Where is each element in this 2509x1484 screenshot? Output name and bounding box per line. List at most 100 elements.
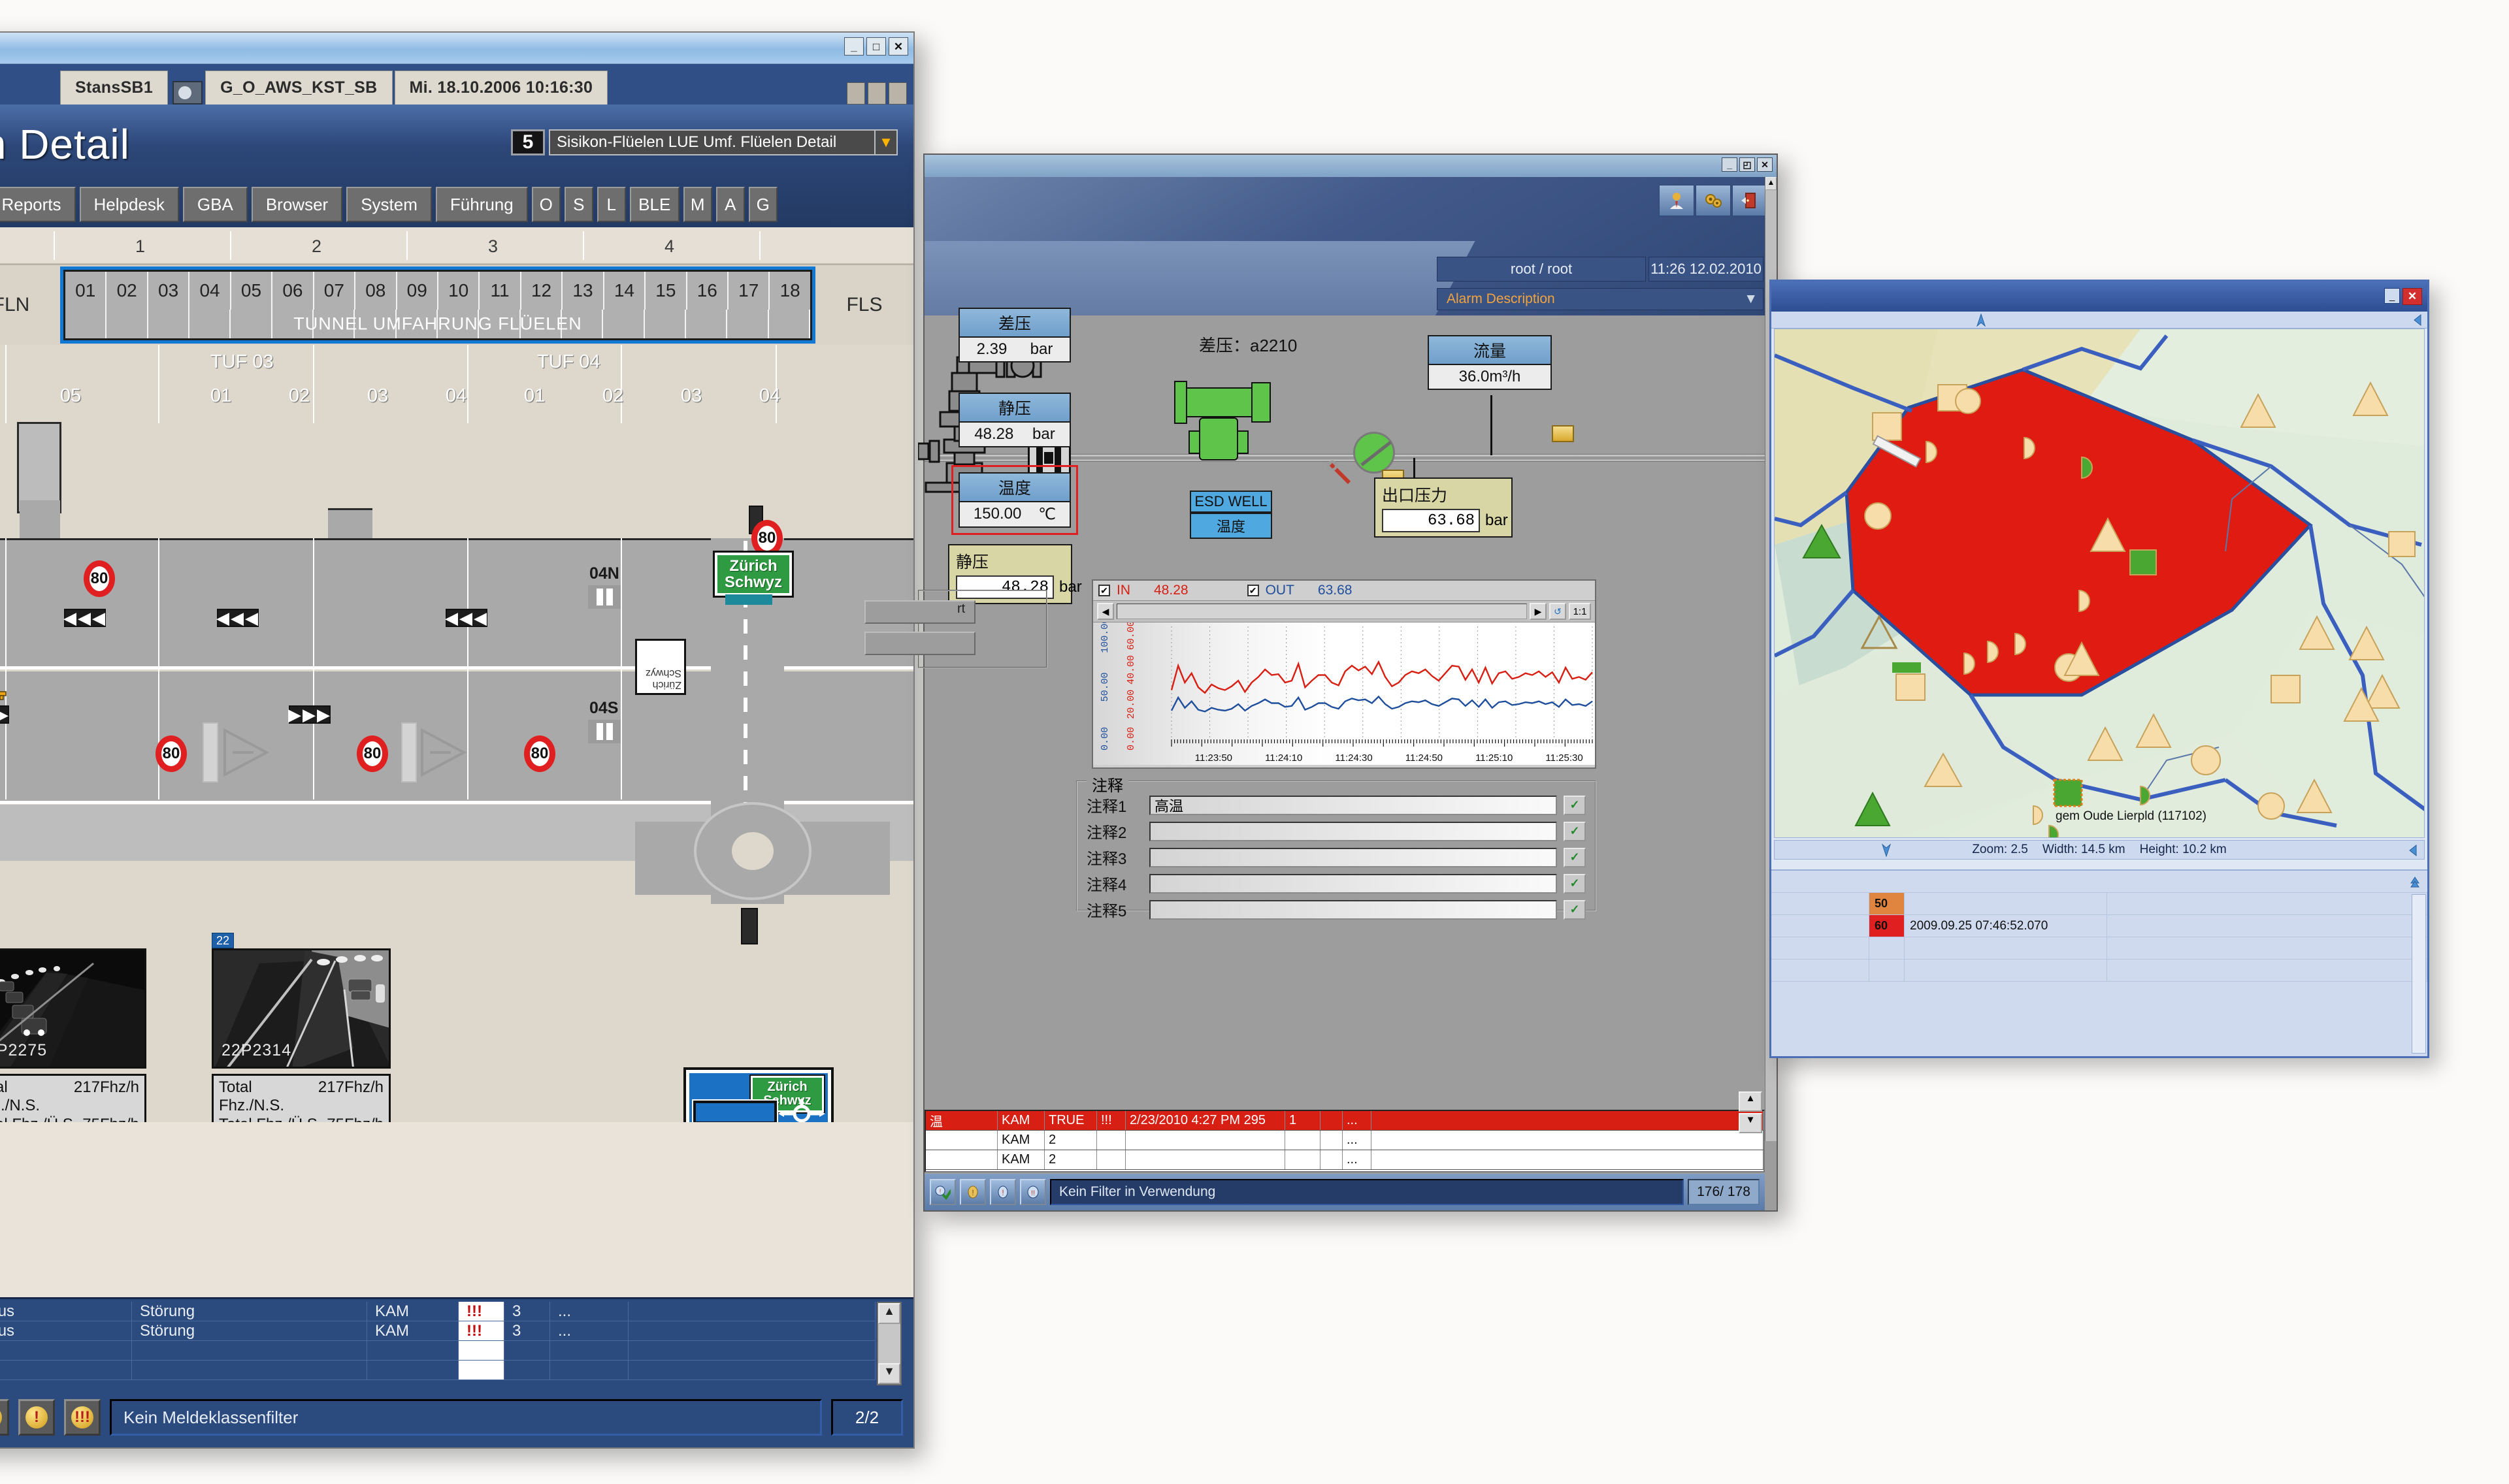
scada-alarm-scrollbar[interactable]: ▲ ▼ xyxy=(1739,1091,1762,1133)
outlet-value-field[interactable] xyxy=(1382,509,1480,532)
scada-window[interactable]: _ ◰ ✕ root / root 11:26 12.02.2010 Alarm… xyxy=(864,153,1778,1212)
note-icon-b[interactable] xyxy=(1552,425,1574,442)
differential-pressure-box[interactable]: 差压 2.39 bar xyxy=(959,308,1071,363)
collapse-right-icon[interactable] xyxy=(2406,843,2420,858)
tab-workstation[interactable]: G_O_AWS_KST_SB xyxy=(205,71,393,105)
map-toolbar[interactable] xyxy=(1771,312,2427,329)
tab-datetime[interactable]: Mi. 18.10.2006 10:16:30 xyxy=(394,71,608,105)
speed-sign-80-e[interactable]: 80 xyxy=(751,520,783,556)
annotation-apply-button-2[interactable]: ✓ xyxy=(1564,821,1586,841)
tunnel-tabbar[interactable]: StansSB1 G_O_AWS_KST_SB Mi. 18.10.2006 1… xyxy=(0,64,913,105)
menu-button-gba[interactable]: GBA xyxy=(182,187,248,222)
list-item[interactable] xyxy=(1771,960,2427,982)
control-valve-body[interactable] xyxy=(1199,417,1238,460)
menu-button-reports[interactable]: Reports xyxy=(0,187,76,222)
fln-cell-13[interactable]: 13 xyxy=(563,272,604,310)
annotation-row-4[interactable]: 注释4 ✓ xyxy=(1087,872,1586,895)
fln-cell-14[interactable]: 14 xyxy=(604,272,646,310)
tabbar-right-icons[interactable] xyxy=(847,82,913,105)
critical-icon[interactable]: !! xyxy=(1020,1179,1046,1205)
gears-icon[interactable] xyxy=(1696,185,1731,216)
annotation-input-2[interactable] xyxy=(1149,821,1557,841)
trend-prev-button[interactable]: ◀ xyxy=(1097,603,1114,620)
map-event-panel[interactable]: 50 60 2009.09.25 07:46:52.070 xyxy=(1771,869,2427,1056)
minimize-icon[interactable]: _ xyxy=(844,37,864,56)
actuator-body[interactable] xyxy=(1185,387,1253,417)
static-pressure-box[interactable]: 静压 48.28 bar xyxy=(959,393,1071,447)
scroll-up-icon[interactable]: ▲ xyxy=(878,1303,900,1324)
trend-legend[interactable]: ✔ IN 48.28 ✔ OUT 63.68 xyxy=(1093,581,1595,600)
menu-button-system[interactable]: System xyxy=(346,187,432,222)
speed-sign-80-c[interactable]: 80 xyxy=(357,735,388,772)
restore-icon[interactable]: ◰ xyxy=(1739,157,1755,172)
trend-refresh-button[interactable]: ↺ xyxy=(1549,603,1566,620)
alarm-class-button-warning[interactable]: ! xyxy=(0,1399,9,1436)
chevron-down-icon[interactable]: ▼ xyxy=(1744,291,1763,307)
menu-button-o[interactable]: O xyxy=(531,187,561,222)
tab-station[interactable]: StansSB1 xyxy=(60,71,169,105)
list-item[interactable]: 50 xyxy=(1771,893,2427,915)
fln-cell-04[interactable]: 04 xyxy=(189,272,231,310)
view-selector[interactable]: 5 Sisikon-Flüelen LUE Umf. Flüelen Detai… xyxy=(511,129,898,155)
partial-button-a[interactable]: rt xyxy=(864,600,976,624)
camera-panel-20[interactable]: 20 xyxy=(0,933,146,1122)
alarm-class-button-critical[interactable]: !!! xyxy=(64,1399,101,1436)
table-row[interactable]: KAM 2... xyxy=(926,1131,1763,1150)
annotation-apply-button-5[interactable]: ✓ xyxy=(1564,899,1586,920)
menu-button-g[interactable]: G xyxy=(748,187,778,222)
out-checkbox[interactable]: ✔ xyxy=(1247,585,1259,596)
collapse-up-icon[interactable] xyxy=(2408,875,2422,889)
trend-next-button[interactable]: ▶ xyxy=(1530,603,1547,620)
motorway-sign-blue[interactable]: Zürich Schwyz xyxy=(683,1067,834,1122)
actuator-flange[interactable] xyxy=(1174,381,1187,424)
in-checkbox[interactable]: ✔ xyxy=(1098,585,1110,596)
ack-all-icon[interactable]: ! xyxy=(930,1179,956,1205)
close-icon[interactable]: ✕ xyxy=(2402,288,2422,305)
scada-window-controls[interactable]: _ ◰ ✕ xyxy=(1722,157,1773,172)
map-window-controls[interactable]: _ ✕ xyxy=(2384,288,2422,305)
alarm-filter-field[interactable]: Kein Meldeklassenfilter xyxy=(110,1399,822,1436)
view-name-field[interactable]: Sisikon-Flüelen LUE Umf. Flüelen Detail xyxy=(549,129,876,155)
trend-scale-button[interactable]: 1:1 xyxy=(1569,603,1591,620)
list-item[interactable]: 60 2009.09.25 07:46:52.070 xyxy=(1771,915,2427,937)
direction-sign-right-a[interactable]: ▶▶▶ xyxy=(0,705,9,724)
map-event-rows[interactable]: 50 60 2009.09.25 07:46:52.070 xyxy=(1771,893,2427,982)
lane-status-04s[interactable] xyxy=(588,720,621,743)
menu-button-ble[interactable]: BLE xyxy=(629,187,680,222)
scada-alarm-table[interactable]: 温 KAM TRUE!!! 2/23/2010 4:27 PM 295 1... KAM 2… xyxy=(925,1110,1765,1172)
list-item[interactable] xyxy=(1771,937,2427,960)
camera-tag-22[interactable]: 22 xyxy=(212,933,235,948)
fln-cell-row[interactable]: 01 02 03 04 05 06 07 08 09 10 11 12 13 14 15 16 17 18 xyxy=(65,272,810,310)
direction-sign-left-b[interactable]: ◀◀◀ xyxy=(216,608,259,628)
scroll-up-icon[interactable]: ▲ xyxy=(1765,177,1777,190)
tunnel-menubar[interactable]: e Reports Helpdesk GBA Browser System Fü… xyxy=(0,187,778,222)
camera-image-20[interactable]: 20P2275 xyxy=(0,948,146,1069)
close-icon[interactable]: ✕ xyxy=(889,37,908,56)
menu-button-l[interactable]: L xyxy=(597,187,626,222)
annotation-input-5[interactable] xyxy=(1149,899,1557,920)
gis-map-window[interactable]: _ ✕ gem Oude Lierpld (117102) Zoom: 2.5 … xyxy=(1769,280,2429,1058)
menu-button-fuehrung[interactable]: Führung xyxy=(435,187,528,222)
warning-icon[interactable]: ! xyxy=(960,1179,986,1205)
close-icon[interactable]: ✕ xyxy=(1757,157,1773,172)
direction-sign-left-a[interactable]: ◀◀◀ xyxy=(63,608,106,628)
menu-button-helpdesk[interactable]: Helpdesk xyxy=(79,187,179,222)
collapse-left-icon[interactable] xyxy=(2410,313,2425,327)
fln-cell-16[interactable]: 16 xyxy=(687,272,729,310)
annotation-row-1[interactable]: 注释1 ✓ xyxy=(1087,794,1586,816)
fln-cell-07[interactable]: 07 xyxy=(314,272,356,310)
annotation-input-1[interactable] xyxy=(1149,795,1557,815)
tunnel-alarm-area[interactable]: StatusStörungKAM!!!3...StatusStörungKAM!… xyxy=(0,1297,913,1447)
fln-cell-10[interactable]: 10 xyxy=(438,272,480,310)
table-row[interactable]: 温 KAM TRUE!!! 2/23/2010 4:27 PM 295 1... xyxy=(926,1111,1763,1131)
map-titlebar[interactable]: _ ✕ xyxy=(1771,282,2427,312)
scada-statusbar[interactable]: ! ! ! !! Kein Filter in Verwendung 176/ … xyxy=(925,1174,1765,1210)
map-panel-scrollbar[interactable] xyxy=(2412,894,2426,1054)
fln-strip[interactable]: 01 02 03 04 05 06 07 08 09 10 11 12 13 14 15 16 17 18 TUN… xyxy=(60,266,815,344)
fln-cell-17[interactable]: 17 xyxy=(729,272,770,310)
scroll-down-icon[interactable]: ▼ xyxy=(1739,1113,1762,1133)
lane-status-04n[interactable] xyxy=(588,585,621,609)
tunnel-statusbar[interactable]: ! ! !!! Kein Meldeklassenfilter 2/2 xyxy=(0,1387,913,1447)
actuator-cap[interactable] xyxy=(1251,382,1271,423)
camera-image-22[interactable]: 22P2314 xyxy=(212,948,391,1069)
